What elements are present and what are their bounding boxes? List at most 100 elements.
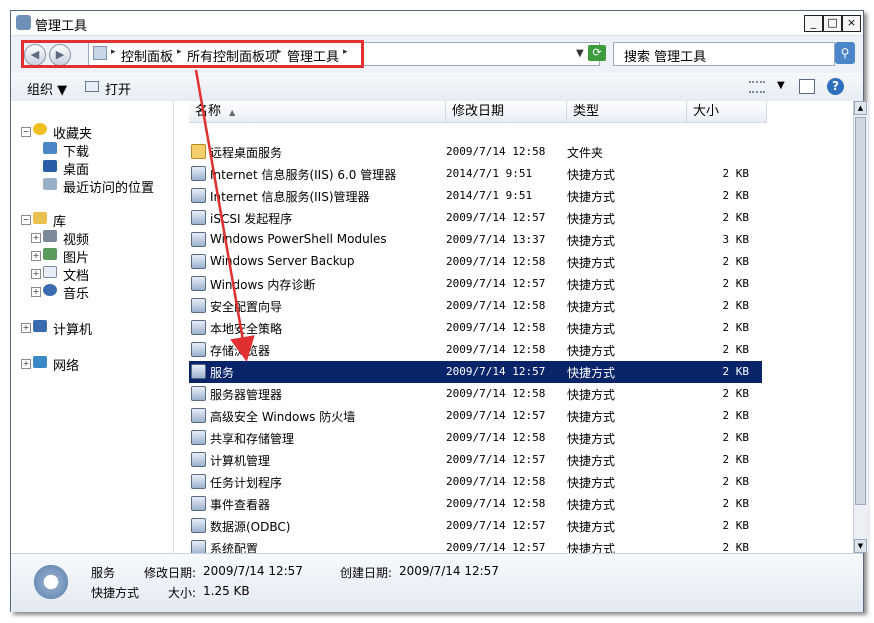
details-size-value: 1.25 KB	[203, 584, 250, 598]
file-list: 名称 ▲ 修改日期 类型 大小 远程桌面服务 2009/7/14 12:58 文件夹…	[174, 101, 868, 556]
nav-libraries[interactable]: 库	[53, 211, 66, 230]
recent-places-icon	[43, 178, 57, 190]
table-row[interactable]: 服务器管理器 2009/7/14 12:58 快捷方式 2 KB	[189, 383, 762, 405]
file-date: 2009/7/14 12:58	[446, 431, 546, 444]
annotation-highlight	[21, 40, 364, 68]
file-name: 存储浏览器	[210, 344, 271, 358]
table-row[interactable]: 事件查看器 2009/7/14 12:58 快捷方式 2 KB	[189, 493, 762, 515]
file-date: 2009/7/14 12:58	[446, 321, 546, 334]
nav-videos[interactable]: 视频	[63, 229, 89, 248]
file-date: 2009/7/14 12:57	[446, 519, 546, 532]
toolbar: 组织 ▼ 打开 ▼ ?	[11, 73, 863, 102]
view-dropdown-icon[interactable]: ▼	[777, 80, 785, 91]
close-button[interactable]: ×	[842, 15, 861, 32]
column-size[interactable]: 大小	[687, 101, 767, 123]
nav-desktop[interactable]: 桌面	[63, 159, 89, 178]
file-type: 快捷方式	[567, 300, 616, 314]
table-row[interactable]: 数据源(ODBC) 2009/7/14 12:57 快捷方式 2 KB	[189, 515, 762, 537]
file-size: 2 KB	[722, 387, 750, 400]
file-type: 快捷方式	[567, 212, 616, 226]
file-type: 快捷方式	[567, 168, 616, 182]
title-bar[interactable]: 管理工具 _ □ ×	[11, 11, 863, 36]
table-row[interactable]: 服务 2009/7/14 12:57 快捷方式 2 KB	[189, 361, 762, 383]
shortcut-icon	[191, 342, 206, 357]
file-name: 共享和存储管理	[210, 432, 295, 446]
expand-music-icon[interactable]: +	[31, 287, 41, 297]
table-row[interactable]: Windows PowerShell Modules 2009/7/14 13:3…	[189, 229, 762, 251]
nav-computer[interactable]: 计算机	[53, 319, 92, 338]
table-row[interactable]: iSCSI 发起程序 2009/7/14 12:57 快捷方式 2 KB	[189, 207, 762, 229]
expand-pictures-icon[interactable]: +	[31, 251, 41, 261]
expand-network-icon[interactable]: +	[21, 359, 31, 369]
file-name: 事件查看器	[210, 498, 271, 512]
scroll-down-button[interactable]: ▼	[854, 539, 867, 553]
refresh-icon[interactable]: ⟳	[588, 45, 606, 61]
file-type: 快捷方式	[567, 278, 616, 292]
details-name: 服务	[91, 566, 116, 580]
details-created-value: 2009/7/14 12:57	[399, 564, 499, 578]
search-icon[interactable]: ⚲	[835, 42, 855, 64]
file-name: 数据源(ODBC)	[210, 520, 291, 534]
scroll-thumb[interactable]	[855, 117, 866, 505]
file-date: 2009/7/14 12:57	[446, 453, 546, 466]
details-modified-label: 修改日期:	[144, 566, 197, 580]
column-name[interactable]: 名称 ▲	[189, 101, 446, 123]
organize-button[interactable]: 组织 ▼	[27, 79, 67, 98]
minimize-button[interactable]: _	[804, 15, 823, 32]
file-size: 2 KB	[722, 321, 750, 334]
table-row[interactable]: 任务计划程序 2009/7/14 12:58 快捷方式 2 KB	[189, 471, 762, 493]
nav-music[interactable]: 音乐	[63, 283, 89, 302]
file-date: 2014/7/1 9:51	[446, 189, 533, 202]
explorer-window: 管理工具 _ □ × ◀ ▶ ▸ 控制面板 ▸ 所有控制面板项 ▸ 管理工具 ▸…	[10, 10, 868, 612]
document-icon	[43, 266, 57, 278]
file-type: 快捷方式	[567, 366, 616, 380]
file-type: 快捷方式	[567, 520, 616, 534]
preview-pane-icon[interactable]	[799, 79, 815, 94]
maximize-button[interactable]: □	[823, 15, 842, 32]
table-row[interactable]: 存储浏览器 2009/7/14 12:58 快捷方式 2 KB	[189, 339, 762, 361]
expand-computer-icon[interactable]: +	[21, 323, 31, 333]
collapse-libraries-icon[interactable]: −	[21, 215, 31, 225]
expand-videos-icon[interactable]: +	[31, 233, 41, 243]
scroll-up-button[interactable]: ▲	[854, 101, 867, 115]
file-date: 2009/7/14 12:57	[446, 409, 546, 422]
file-size: 2 KB	[722, 497, 750, 510]
table-row[interactable]: 远程桌面服务 2009/7/14 12:58 文件夹	[189, 141, 762, 163]
table-row[interactable]: Windows Server Backup 2009/7/14 12:58 快捷方式…	[189, 251, 762, 273]
nav-documents[interactable]: 文档	[63, 265, 89, 284]
file-size: 2 KB	[722, 453, 750, 466]
details-type: 快捷方式	[91, 586, 140, 600]
table-row[interactable]: 共享和存储管理 2009/7/14 12:58 快捷方式 2 KB	[189, 427, 762, 449]
file-name: 服务器管理器	[210, 388, 283, 402]
table-row[interactable]: 计算机管理 2009/7/14 12:57 快捷方式 2 KB	[189, 449, 762, 471]
nav-pictures[interactable]: 图片	[63, 247, 89, 266]
help-icon[interactable]: ?	[827, 78, 844, 95]
file-name: Internet 信息服务(IIS)管理器	[210, 190, 370, 204]
nav-downloads[interactable]: 下载	[63, 141, 89, 160]
column-type[interactable]: 类型	[567, 101, 687, 123]
shortcut-icon	[191, 386, 206, 401]
file-size: 2 KB	[722, 519, 750, 532]
table-row[interactable]: 安全配置向导 2009/7/14 12:58 快捷方式 2 KB	[189, 295, 762, 317]
search-placeholder: 搜索 管理工具	[624, 50, 707, 65]
table-row[interactable]: Internet 信息服务(IIS)管理器 2014/7/1 9:51 快捷方式 2 …	[189, 185, 762, 207]
file-type: 快捷方式	[567, 322, 616, 336]
address-dropdown-icon[interactable]: ▼	[576, 48, 584, 59]
open-button[interactable]: 打开	[105, 79, 131, 98]
table-row[interactable]: 高级安全 Windows 防火墙 2009/7/14 12:57 快捷方式 2 KB	[189, 405, 762, 427]
view-icon[interactable]	[749, 81, 765, 93]
window-title: 管理工具	[35, 19, 88, 34]
nav-favorites[interactable]: 收藏夹	[53, 123, 92, 142]
table-row[interactable]: Internet 信息服务(IIS) 6.0 管理器 2014/7/1 9:51 快…	[189, 163, 762, 185]
collapse-favorites-icon[interactable]: −	[21, 127, 31, 137]
column-modified[interactable]: 修改日期	[446, 101, 567, 123]
table-row[interactable]: 本地安全策略 2009/7/14 12:58 快捷方式 2 KB	[189, 317, 762, 339]
file-date: 2009/7/14 12:58	[446, 255, 546, 268]
vertical-scrollbar[interactable]: ▲ ▼	[853, 101, 868, 553]
nav-network[interactable]: 网络	[53, 355, 79, 374]
expand-documents-icon[interactable]: +	[31, 269, 41, 279]
nav-recent[interactable]: 最近访问的位置	[63, 177, 154, 196]
file-date: 2009/7/14 12:57	[446, 211, 546, 224]
table-row[interactable]: Windows 内存诊断 2009/7/14 12:57 快捷方式 2 KB	[189, 273, 762, 295]
search-input[interactable]: 搜索 管理工具	[613, 42, 835, 66]
